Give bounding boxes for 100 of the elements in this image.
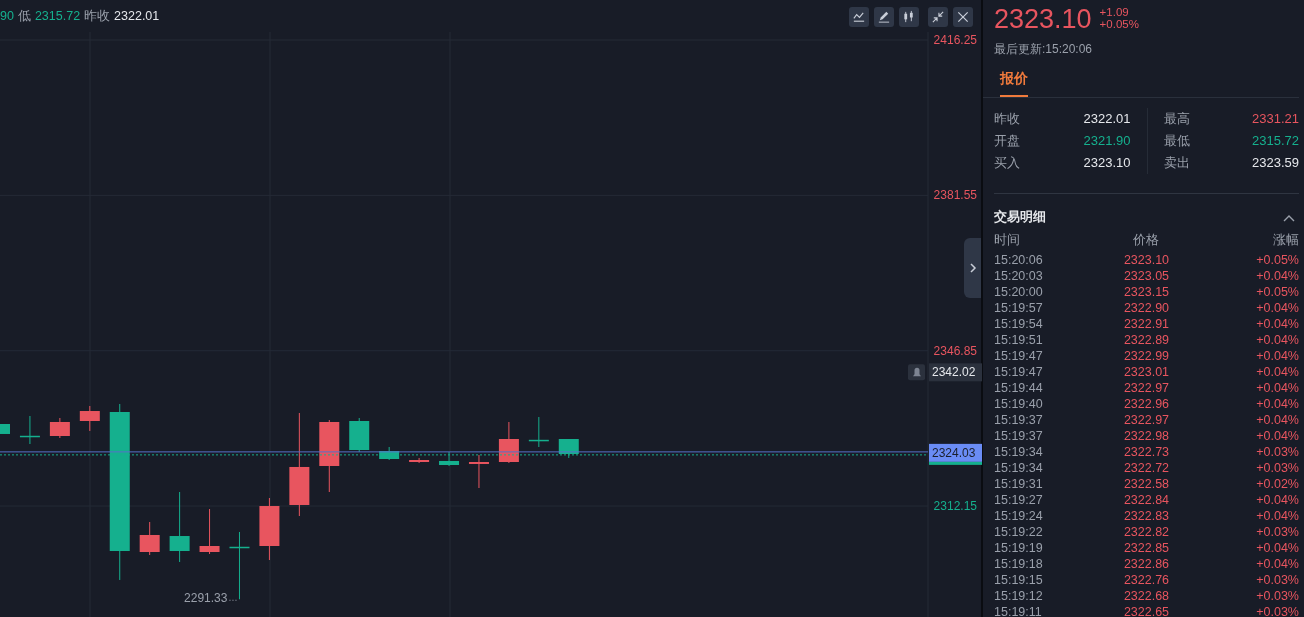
shrink-button[interactable]: [928, 7, 948, 27]
trade-change: +0.04%: [1255, 555, 1299, 572]
axis-label: 2416.25: [933, 33, 977, 47]
trade-price: 2323.05: [1122, 267, 1171, 284]
quote-value: 2315.72: [34, 7, 81, 25]
collapse-handle[interactable]: [964, 238, 981, 298]
price-tag: 2342.02: [929, 363, 982, 382]
trade-price: 2322.76: [1122, 571, 1171, 588]
axis-label: 2346.85: [933, 343, 977, 358]
stat-value: 2323.59: [1252, 154, 1299, 172]
trade-price: 2322.90: [1122, 299, 1171, 316]
trade-time: 15:19:31: [994, 475, 1044, 492]
trade-time: 15:19:37: [994, 411, 1044, 428]
trade-price: 2322.97: [1122, 411, 1171, 428]
trade-time: 15:19:12: [994, 587, 1044, 604]
trade-price: 2322.89: [1122, 331, 1171, 348]
candlestick: [468, 454, 489, 489]
stat-value: 2322.01: [1083, 110, 1131, 128]
column-header: 涨幅: [1272, 231, 1299, 248]
candlestick: [379, 446, 400, 461]
indicator-button[interactable]: [849, 7, 869, 27]
trade-price: 2323.01: [1122, 363, 1171, 380]
stat-value: 2323.10: [1083, 154, 1131, 172]
candlestick: [19, 415, 40, 445]
trade-change: +0.03%: [1255, 459, 1299, 476]
quote-value: 90: [0, 7, 14, 25]
trade-change: +0.04%: [1255, 507, 1299, 524]
chevron-up-icon: [1283, 214, 1295, 223]
candlestick-icon: [902, 10, 916, 24]
trade-time: 15:19:27: [994, 491, 1044, 508]
trade-time: 15:19:19: [994, 539, 1044, 556]
trade-price: 2322.98: [1122, 427, 1171, 444]
trade-change: +0.04%: [1255, 267, 1299, 284]
trade-time: 15:19:22: [994, 523, 1044, 540]
trade-time: 15:19:11: [994, 603, 1043, 617]
trade-price: 2322.73: [1122, 443, 1171, 460]
trade-price: 2322.82: [1122, 523, 1171, 540]
trade-price: 2322.58: [1122, 475, 1171, 492]
trade-change: +0.03%: [1255, 523, 1299, 540]
candles-button[interactable]: [899, 7, 919, 27]
column-header: 时间: [994, 231, 1021, 248]
trade-change: +0.04%: [1255, 379, 1299, 396]
trade-time: 15:20:00: [994, 283, 1044, 300]
trade-change: +0.05%: [1255, 283, 1299, 300]
stat-value: 2321.90: [1083, 132, 1131, 150]
trade-price: 2322.85: [1122, 539, 1171, 556]
trade-change: +0.04%: [1255, 347, 1299, 364]
trade-change: +0.04%: [1255, 491, 1299, 508]
pencil-icon: [877, 10, 891, 24]
bell-icon[interactable]: [908, 364, 925, 381]
trade-price: 2322.97: [1122, 379, 1171, 396]
candlestick: [349, 417, 370, 453]
candlestick: [169, 491, 190, 563]
trade-time: 15:19:34: [994, 443, 1044, 460]
chevron-right-icon: [968, 263, 977, 273]
stat-label: 卖出: [1163, 154, 1190, 172]
trade-time: 15:19:15: [994, 571, 1044, 588]
trade-price: 2322.96: [1122, 395, 1171, 412]
shrink-icon: [931, 10, 945, 24]
candlestick: [0, 423, 10, 435]
close-button[interactable]: [953, 7, 973, 27]
trade-price: 2322.84: [1122, 491, 1171, 508]
trade-change: +0.04%: [1255, 395, 1299, 412]
stat-label: 开盘: [994, 132, 1020, 150]
candlestick: [49, 417, 70, 439]
candlestick: [199, 508, 220, 555]
trade-time: 15:19:40: [994, 395, 1044, 412]
trade-price: 2322.91: [1122, 315, 1171, 332]
trade-price: 2322.83: [1122, 507, 1171, 524]
candlestick: [79, 405, 100, 432]
candlestick: [528, 416, 549, 448]
leader-line: [229, 599, 239, 601]
trade-change: +0.04%: [1255, 331, 1299, 348]
trade-change: +0.04%: [1255, 539, 1299, 556]
trade-change: +0.03%: [1255, 587, 1299, 604]
candlestick: [439, 451, 460, 467]
tab[interactable]: 报价: [1000, 68, 1028, 97]
trade-change: +0.04%: [1255, 363, 1299, 380]
trade-price: 2323.10: [1122, 251, 1171, 268]
trade-change: +0.03%: [1255, 603, 1299, 617]
trade-price: 2322.65: [1122, 603, 1171, 617]
trade-change: +0.04%: [1255, 427, 1299, 444]
last-price: 2323.10: [994, 3, 1092, 36]
draw-button[interactable]: [874, 7, 894, 27]
trade-change: +0.04%: [1255, 411, 1299, 428]
stat-label: 最低: [1163, 132, 1190, 150]
trade-time: 15:20:06: [994, 251, 1044, 268]
section-title: 交易明细: [994, 208, 1046, 226]
quote-label: 低: [17, 7, 31, 25]
candlestick: [409, 457, 430, 464]
trade-time: 15:19:44: [994, 379, 1044, 396]
low-price-label: 2291.33: [184, 591, 228, 606]
trade-change: +0.04%: [1255, 299, 1299, 316]
trade-time: 15:19:37: [994, 427, 1044, 444]
quote-label: 昨收: [84, 7, 111, 25]
trade-time: 15:19:47: [994, 363, 1044, 380]
trade-price: 2322.99: [1122, 347, 1171, 364]
candlestick: [229, 531, 250, 600]
update-time: 最后更新:15:20:06: [994, 41, 1094, 58]
trade-time: 15:19:57: [994, 299, 1044, 316]
